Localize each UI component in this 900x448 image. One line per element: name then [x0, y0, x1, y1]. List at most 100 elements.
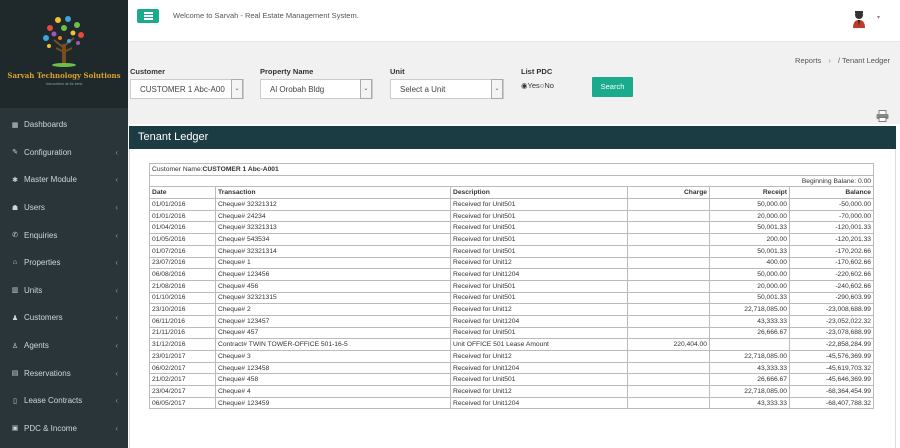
customer-select[interactable]: CUSTOMER 1 Abc-A00 ⌄ — [130, 79, 244, 99]
description-cell: Received for Unit12 — [450, 256, 628, 270]
balance-cell: -23,008,688.99 — [788, 303, 875, 316]
balance-cell: -45,576,369.99 — [788, 350, 875, 363]
date-cell: 06/08/2016 — [149, 268, 216, 281]
sidebar-item-users[interactable]: ☗ Users ‹ — [0, 194, 128, 222]
description-cell: Received for Unit501 — [450, 326, 628, 340]
table-row: 01/01/2016 Cheque# 32321312 Received for U… — [149, 198, 875, 211]
balance-cell: -240,602.66 — [788, 279, 875, 293]
customer-icon: ♟ — [11, 314, 19, 322]
chevron-down-icon[interactable]: ▾ — [877, 14, 880, 21]
beginning-balance: Beginning Balane: 0.00 — [148, 174, 875, 188]
date-cell: 06/11/2016 — [149, 314, 216, 328]
receipt-cell: 50,001.33 — [709, 244, 790, 258]
unit-select[interactable]: Select a Unit ⌄ — [390, 79, 504, 99]
charge-cell — [627, 256, 710, 270]
printer-icon[interactable] — [876, 110, 889, 122]
customer-name-prefix: Customer Name: — [152, 165, 203, 173]
column-header-receipt: Receipt — [709, 186, 790, 200]
table-row: 23/01/2017 Cheque# 3 Received for Unit12 22… — [149, 350, 875, 363]
table-row: 06/11/2016 Cheque# 123457 Received for Uni… — [149, 314, 875, 328]
charge-cell — [627, 209, 710, 223]
sidebar-item-units[interactable]: ▥ Units ‹ — [0, 277, 128, 305]
balance-cell: -220,602.66 — [788, 268, 875, 281]
sidebar-item-pdc-income[interactable]: ▣ PDC & Income ‹ — [0, 415, 128, 443]
charge-cell — [627, 361, 710, 375]
charge-cell — [627, 350, 710, 363]
charge-cell — [627, 303, 710, 316]
description-cell: Received for Unit501 — [450, 198, 628, 211]
balance-cell: -23,078,688.99 — [788, 326, 875, 340]
customer-label: Customer — [130, 67, 166, 76]
chevron-down-icon: ⌄ — [491, 79, 503, 99]
balance-cell: -68,364,454.99 — [788, 385, 875, 398]
user-avatar-icon[interactable] — [852, 10, 866, 28]
dashboard-icon: ▦ — [11, 121, 19, 129]
date-cell: 01/04/2016 — [149, 221, 216, 235]
sidebar: Sarvah Technology Solutions Innovation a… — [0, 0, 128, 448]
balance-cell: -22,858,284.99 — [788, 338, 875, 351]
charge-cell — [627, 268, 710, 281]
column-header-balance: Balance — [788, 186, 875, 200]
asterisk-icon: ✱ — [12, 176, 18, 184]
description-cell: Received for Unit501 — [450, 373, 628, 387]
sidebar-item-customers[interactable]: ♟ Customers ‹ — [0, 304, 128, 332]
sidebar-item-lease-contracts[interactable]: ▯ Lease Contracts ‹ — [0, 387, 128, 415]
top-bar: Welcome to Sarvah - Real Estate Manageme… — [128, 0, 900, 42]
chevron-down-icon: ⌄ — [231, 79, 243, 99]
date-cell: 21/02/2017 — [149, 373, 216, 387]
chevron-left-icon: ‹ — [115, 313, 118, 323]
sidebar-nav: ▦ Dashboards ✎ Configuration ‹ ✱ Master Module… — [0, 111, 128, 442]
balance-cell: -45,619,703.32 — [788, 361, 875, 375]
column-header-transaction: Transaction — [215, 186, 451, 200]
search-button[interactable]: Search — [592, 77, 633, 97]
table-row: 31/12/2016 Contract# TWIN TOWER-OFFICE 50… — [149, 338, 875, 351]
customer-select-value: CUSTOMER 1 Abc-A00 — [140, 85, 225, 94]
balance-cell: -170,202.66 — [788, 244, 875, 258]
sidebar-item-configuration[interactable]: ✎ Configuration ‹ — [0, 139, 128, 167]
pdc-label: List PDC — [521, 67, 553, 76]
ledger-header-row: Date Transaction Description Charge Receipt B… — [149, 186, 875, 200]
date-cell: 21/08/2016 — [149, 279, 216, 293]
receipt-cell: 50,000.00 — [709, 198, 790, 211]
chevron-left-icon: ‹ — [115, 175, 118, 185]
table-row: 01/10/2016 Cheque# 32321315 Received for U… — [149, 291, 875, 305]
sidebar-item-label: Dashboards — [24, 120, 68, 130]
balance-cell: -170,602.66 — [788, 256, 875, 270]
receipt-cell: 200.00 — [709, 233, 790, 246]
agent-icon: ♙ — [11, 342, 19, 350]
transaction-cell: Cheque# 123458 — [215, 361, 451, 375]
sidebar-item-master-module[interactable]: ✱ Master Module ‹ — [0, 166, 128, 194]
unit-label: Unit — [390, 67, 405, 76]
sidebar-item-enquiries[interactable]: ✆ Enquiries ‹ — [0, 221, 128, 249]
charge-cell — [627, 221, 710, 235]
description-cell: Received for Unit12 — [450, 385, 628, 398]
sidebar-item-reservations[interactable]: ▤ Reservations ‹ — [0, 359, 128, 387]
chevron-left-icon: ‹ — [115, 341, 118, 351]
customer-name-cell: Customer Name:CUSTOMER 1 Abc-A001 — [148, 163, 875, 176]
date-cell: 01/01/2016 — [149, 198, 216, 211]
column-header-date: Date — [149, 186, 216, 200]
charge-cell — [627, 279, 710, 293]
sidebar-item-properties[interactable]: ⌂ Properties ‹ — [0, 249, 128, 277]
transaction-cell: Cheque# 456 — [215, 279, 451, 293]
sidebar-item-dashboards[interactable]: ▦ Dashboards — [0, 111, 128, 139]
pdc-no-label: No — [544, 81, 554, 90]
property-select[interactable]: Al Orobah Bldg ⌄ — [260, 79, 373, 99]
receipt-cell: 43,333.33 — [709, 396, 790, 410]
sidebar-item-label: Users — [24, 203, 45, 213]
description-cell: Received for Unit501 — [450, 291, 628, 305]
receipt-cell: 26,666.67 — [709, 326, 790, 340]
enquiry-icon: ✆ — [12, 232, 18, 240]
logo[interactable]: Sarvah Technology Solutions Innovation a… — [0, 0, 128, 108]
pdc-yes-label: Yes — [527, 81, 540, 90]
unit-select-value: Select a Unit — [400, 85, 446, 94]
sidebar-item-agents[interactable]: ♙ Agents ‹ — [0, 332, 128, 360]
balance-cell: -45,646,369.99 — [788, 373, 875, 387]
description-cell: Received for Unit501 — [450, 221, 628, 235]
date-cell: 23/10/2016 — [149, 303, 216, 316]
date-cell: 01/07/2016 — [149, 244, 216, 258]
breadcrumb-reports[interactable]: Reports — [795, 56, 821, 65]
customer-row: Customer Name:CUSTOMER 1 Abc-A001 — [148, 163, 875, 176]
menu-toggle-button[interactable] — [137, 9, 159, 23]
receipt-cell — [709, 338, 790, 351]
